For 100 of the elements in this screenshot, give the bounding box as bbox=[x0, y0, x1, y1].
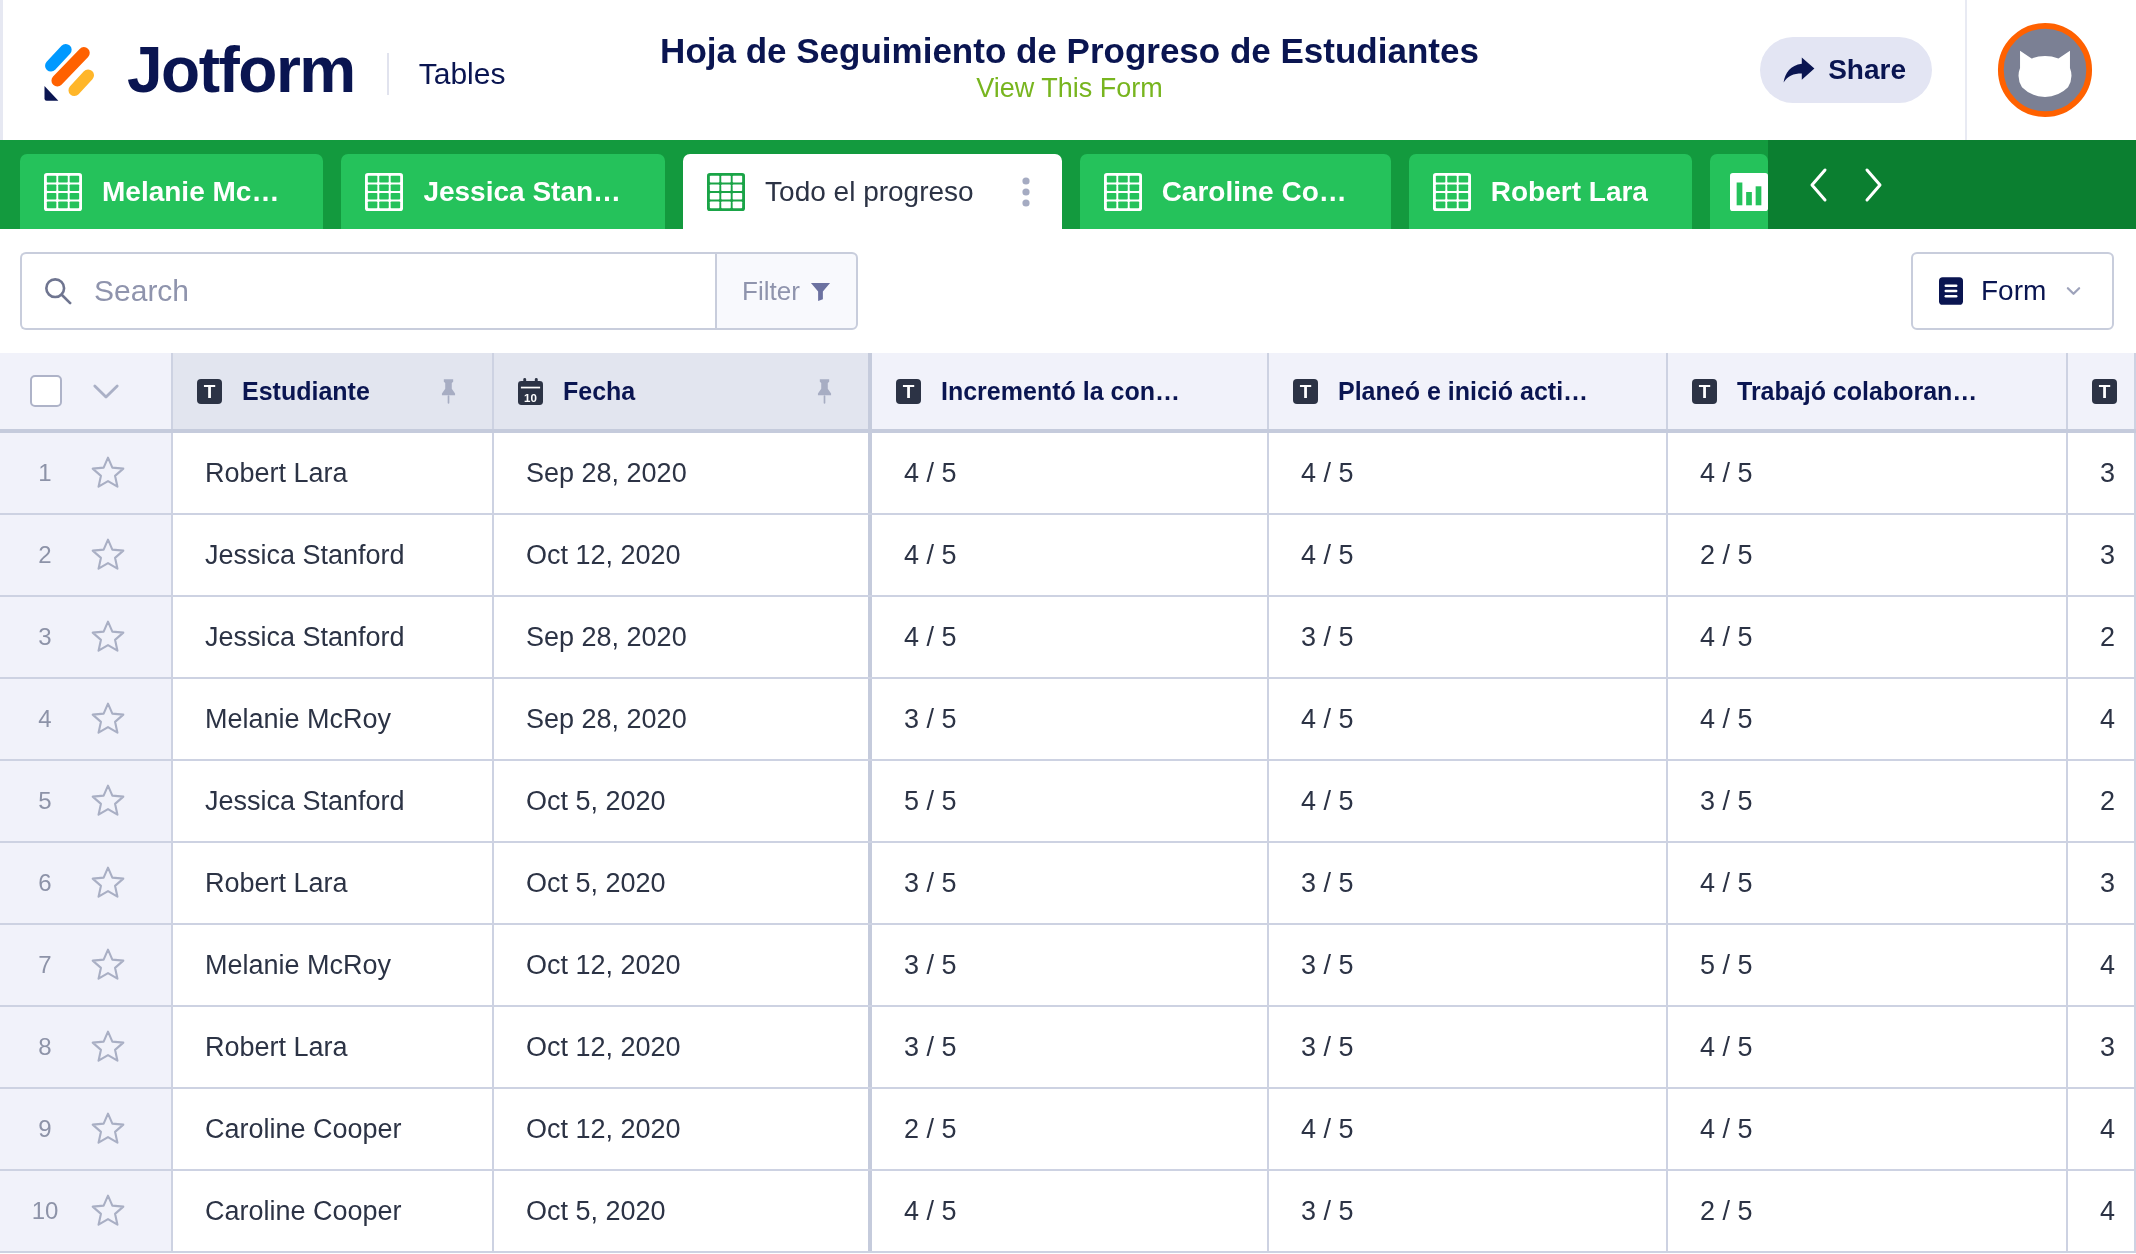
table-cell: 4 / 5 bbox=[872, 515, 1269, 595]
share-arrow-icon bbox=[1782, 56, 1817, 84]
table-cell: 3 bbox=[2068, 843, 2136, 923]
table-cell: Sep 28, 2020 bbox=[494, 433, 872, 513]
table-cell: Jessica Stanford bbox=[173, 597, 494, 677]
table-cell: Oct 5, 2020 bbox=[494, 843, 872, 923]
row-number: 2 bbox=[38, 541, 52, 569]
table-cell: 4 / 5 bbox=[1668, 843, 2068, 923]
table-cell: 3 bbox=[2068, 1007, 2136, 1087]
text-type-icon: T bbox=[197, 378, 222, 404]
table-cell: 2 bbox=[2068, 761, 2136, 841]
search-icon bbox=[44, 277, 72, 305]
star-icon[interactable] bbox=[90, 1029, 126, 1065]
row-number: 3 bbox=[38, 623, 52, 651]
star-icon[interactable] bbox=[90, 783, 126, 819]
column-title: Fecha bbox=[563, 376, 636, 406]
column-header[interactable]: T Incrementó la con… bbox=[872, 353, 1269, 429]
pin-icon[interactable] bbox=[817, 378, 832, 404]
table-cell: 4 / 5 bbox=[1668, 679, 2068, 759]
row-number: 4 bbox=[38, 705, 52, 733]
table-cell: 4 bbox=[2068, 925, 2136, 1005]
table-cell: Oct 12, 2020 bbox=[494, 1089, 872, 1169]
report-tab[interactable] bbox=[1709, 154, 1768, 229]
chevron-right-icon bbox=[1863, 166, 1884, 203]
star-icon[interactable] bbox=[90, 701, 126, 737]
table-cell: Melanie McRoy bbox=[173, 925, 494, 1005]
more-options-icon[interactable] bbox=[1021, 176, 1030, 207]
star-icon[interactable] bbox=[90, 1111, 126, 1147]
table-cell: 2 bbox=[2068, 597, 2136, 677]
row-number: 5 bbox=[38, 787, 52, 815]
table-cell: 4 / 5 bbox=[872, 1171, 1269, 1251]
row-number: 9 bbox=[38, 1115, 52, 1143]
star-icon[interactable] bbox=[90, 1193, 126, 1229]
table-cell: Jessica Stanford bbox=[173, 515, 494, 595]
table-cell: 3 / 5 bbox=[872, 925, 1269, 1005]
table-cell: Oct 12, 2020 bbox=[494, 1007, 872, 1087]
pin-icon[interactable] bbox=[441, 378, 456, 404]
row-number: 1 bbox=[38, 459, 52, 487]
table-cell: Oct 5, 2020 bbox=[494, 1171, 872, 1251]
column-header[interactable]: T bbox=[2068, 353, 2136, 429]
table-grid-icon bbox=[707, 172, 746, 211]
table-cell: 4 / 5 bbox=[1269, 515, 1668, 595]
star-icon[interactable] bbox=[90, 537, 126, 573]
table-cell: 3 bbox=[2068, 515, 2136, 595]
star-icon[interactable] bbox=[90, 619, 126, 655]
column-header[interactable]: 10 Fecha bbox=[494, 353, 872, 429]
table-cell: 4 bbox=[2068, 679, 2136, 759]
table-cell: Sep 28, 2020 bbox=[494, 679, 872, 759]
table-cell: 4 / 5 bbox=[1269, 761, 1668, 841]
row-number: 8 bbox=[38, 1033, 52, 1061]
table-cell: 4 / 5 bbox=[1668, 433, 2068, 513]
text-type-icon: T bbox=[896, 378, 921, 404]
table-cell: 3 / 5 bbox=[1269, 1007, 1668, 1087]
table-grid-icon bbox=[44, 172, 82, 211]
row-number: 7 bbox=[38, 951, 52, 979]
table-cell: 4 / 5 bbox=[872, 597, 1269, 677]
table-grid-icon bbox=[365, 172, 404, 211]
table-cell: 3 / 5 bbox=[1269, 1171, 1668, 1251]
row-number: 6 bbox=[38, 869, 52, 897]
table-cell: Oct 12, 2020 bbox=[494, 515, 872, 595]
search-field[interactable]: Search bbox=[20, 252, 715, 330]
star-icon[interactable] bbox=[90, 455, 126, 491]
column-title: Trabajó colaboran… bbox=[1737, 376, 1978, 406]
chevron-down-icon[interactable] bbox=[92, 382, 120, 400]
table-cell: 3 / 5 bbox=[872, 1007, 1269, 1087]
table-cell: 4 / 5 bbox=[1668, 1007, 2068, 1087]
column-header[interactable]: T Trabajó colaboran… bbox=[1668, 353, 2068, 429]
table-cell: Oct 12, 2020 bbox=[494, 925, 872, 1005]
column-header[interactable]: T Estudiante bbox=[173, 353, 494, 429]
table-cell: Melanie McRoy bbox=[173, 679, 494, 759]
share-button[interactable]: Share bbox=[1760, 37, 1932, 103]
star-icon[interactable] bbox=[90, 865, 126, 901]
column-title: Planeó e inició acti… bbox=[1338, 376, 1589, 406]
filter-icon bbox=[809, 280, 831, 302]
star-icon[interactable] bbox=[90, 947, 126, 983]
chevron-down-icon bbox=[2066, 286, 2082, 296]
table-cell: 2 / 5 bbox=[1668, 515, 2068, 595]
table-cell: 3 bbox=[2068, 433, 2136, 513]
view-switch-button[interactable]: Form bbox=[1911, 252, 2114, 330]
table-cell: Robert Lara bbox=[173, 843, 494, 923]
row-number: 10 bbox=[31, 1197, 59, 1225]
table-cell: 5 / 5 bbox=[1668, 925, 2068, 1005]
table-cell: 3 / 5 bbox=[1668, 761, 2068, 841]
table-cell: Robert Lara bbox=[173, 433, 494, 513]
table-cell: Sep 28, 2020 bbox=[494, 597, 872, 677]
table-grid-icon bbox=[1103, 172, 1142, 211]
text-type-icon: T bbox=[2092, 378, 2117, 404]
table-cell: 4 / 5 bbox=[1668, 597, 2068, 677]
bar-chart-icon bbox=[1729, 172, 1768, 211]
table-cell: Robert Lara bbox=[173, 1007, 494, 1087]
next-tabs-button[interactable] bbox=[1863, 166, 1884, 203]
column-header[interactable]: T Planeó e inició acti… bbox=[1269, 353, 1668, 429]
table-cell: 4 / 5 bbox=[872, 433, 1269, 513]
select-all-checkbox[interactable] bbox=[30, 375, 62, 407]
avatar-icon[interactable] bbox=[1997, 22, 2093, 118]
table-cell: 5 / 5 bbox=[872, 761, 1269, 841]
text-type-icon: T bbox=[1293, 378, 1318, 404]
table-cell: 4 bbox=[2068, 1089, 2136, 1169]
table-cell: Caroline Cooper bbox=[173, 1171, 494, 1251]
tab[interactable]: Todo el progreso bbox=[683, 154, 1062, 229]
